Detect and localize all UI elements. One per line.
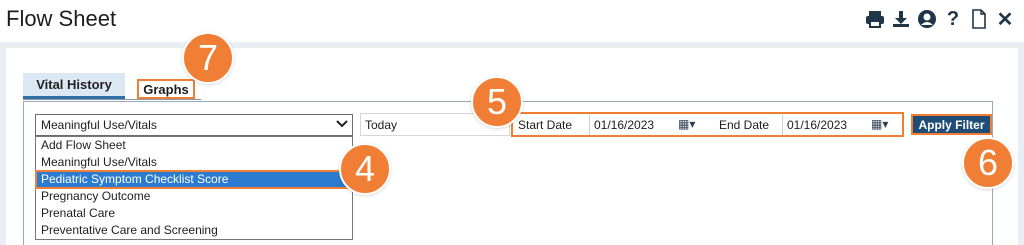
download-icon[interactable] <box>890 7 912 31</box>
dropdown-option[interactable]: Add Flow Sheet <box>36 137 352 154</box>
dropdown-option[interactable]: Pregnancy Outcome <box>36 188 352 205</box>
end-date-label: End Date <box>719 118 770 132</box>
header-bar: Flow Sheet ? ✕ <box>0 0 1024 42</box>
tab-vital-history[interactable]: Vital History <box>23 73 125 99</box>
dropdown-option[interactable]: Preventative Care and Screening <box>36 222 352 239</box>
print-icon[interactable] <box>864 7 886 31</box>
calendar-icon[interactable]: ▦▾ <box>678 117 695 131</box>
dropdown-option-highlighted[interactable]: Pediatric Symptom Checklist Score <box>35 170 353 189</box>
callout-badge-7: 7 <box>182 32 234 84</box>
callout-badge-6: 6 <box>962 137 1014 189</box>
dropdown-option[interactable]: Meaningful Use/Vitals <box>36 154 352 171</box>
apply-filter-button[interactable]: Apply Filter <box>911 114 992 135</box>
callout-badge-4: 4 <box>339 143 391 195</box>
flow-sheet-dropdown: Add Flow Sheet Meaningful Use/Vitals Ped… <box>35 136 353 240</box>
toolbar: ? ✕ <box>864 7 1016 31</box>
calendar-icon[interactable]: ▦▾ <box>871 117 888 131</box>
start-date-label: Start Date <box>518 118 573 132</box>
callout-badge-5: 5 <box>471 76 523 128</box>
close-icon[interactable]: ✕ <box>994 7 1016 31</box>
tab-divider <box>23 99 201 100</box>
end-date-input[interactable]: 01/16/2023 <box>782 115 870 135</box>
date-range-group: Start Date 01/16/2023 ▦▾ End Date 01/16/… <box>511 112 904 137</box>
help-icon[interactable]: ? <box>942 7 964 31</box>
page-title: Flow Sheet <box>6 6 117 31</box>
start-date-input[interactable]: 01/16/2023 <box>589 115 677 135</box>
dropdown-option[interactable]: Prenatal Care <box>36 205 352 222</box>
chevron-down-icon <box>336 115 348 135</box>
flow-sheet-select-value: Meaningful Use/Vitals <box>41 118 157 132</box>
flow-sheet-select[interactable]: Meaningful Use/Vitals <box>35 114 353 136</box>
document-icon[interactable] <box>968 7 990 31</box>
user-circle-icon[interactable] <box>916 7 938 31</box>
tab-graphs[interactable]: Graphs <box>137 79 195 99</box>
